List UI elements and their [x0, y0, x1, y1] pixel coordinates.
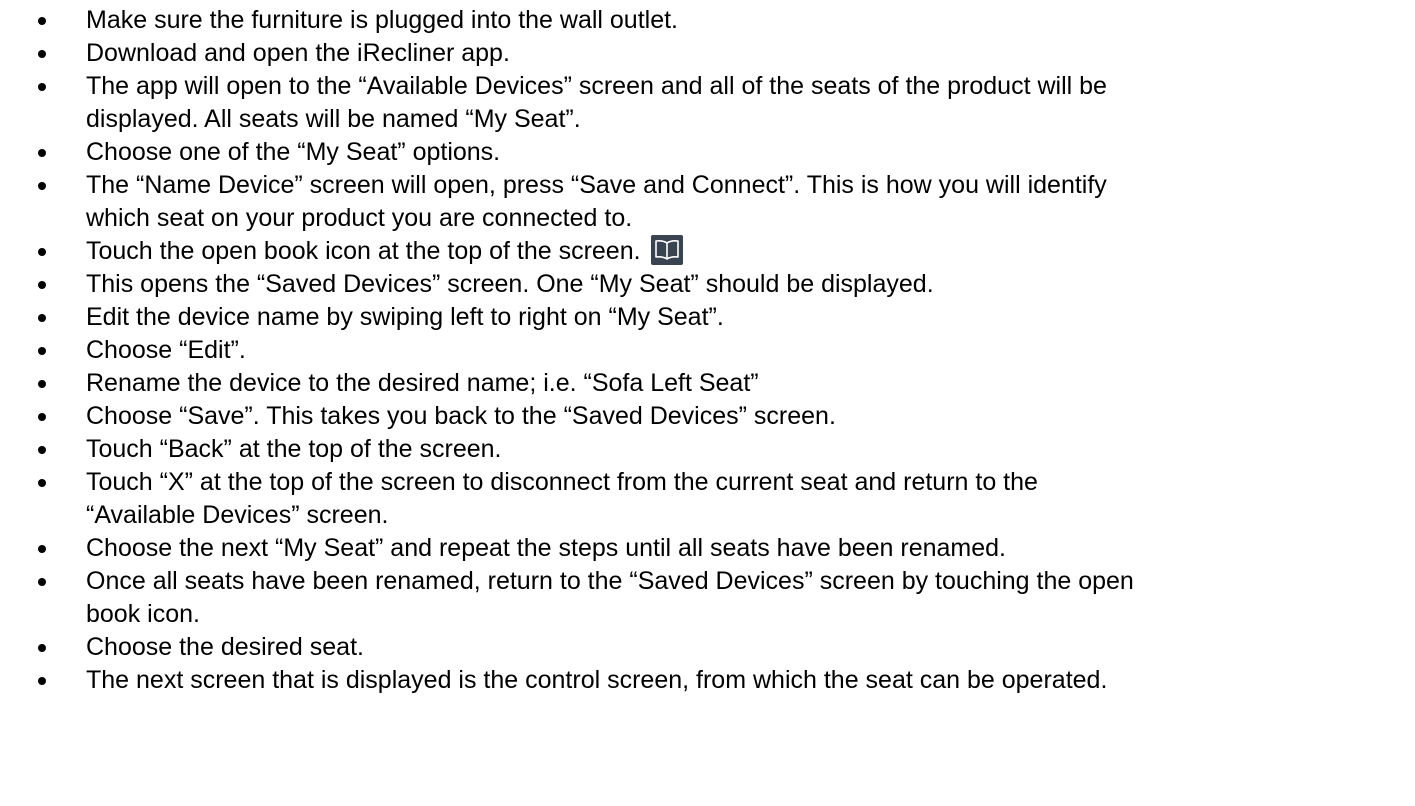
list-item: Edit the device name by swiping left to …: [0, 301, 1415, 334]
bullet: [38, 578, 46, 586]
list-item: Download and open the iRecliner app.: [0, 37, 1415, 70]
step-text: Choose “Edit”.: [86, 336, 246, 364]
list-item: Touch “X” at the top of the screen to di…: [0, 466, 1415, 532]
instruction-list: Make sure the furniture is plugged into …: [0, 4, 1415, 697]
list-item: The next screen that is displayed is the…: [0, 664, 1415, 697]
step-text-continued: which seat on your product you are conne…: [86, 204, 633, 232]
bullet: [38, 248, 46, 256]
list-item: Choose “Edit”.: [0, 334, 1415, 367]
list-item: Rename the device to the desired name; i…: [0, 367, 1415, 400]
step-text: Rename the device to the desired name; i…: [86, 369, 759, 397]
list-item: This opens the “Saved Devices” screen. O…: [0, 268, 1415, 301]
step-text: Touch “X” at the top of the screen to di…: [86, 468, 1038, 496]
step-text: The “Name Device” screen will open, pres…: [86, 171, 1107, 199]
bullet: [38, 677, 46, 685]
list-item: Choose the desired seat.: [0, 631, 1415, 664]
list-item: Choose one of the “My Seat” options.: [0, 136, 1415, 169]
bullet: [38, 380, 46, 388]
bullet: [38, 182, 46, 190]
bullet: [38, 644, 46, 652]
step-text: Choose the desired seat.: [86, 633, 364, 661]
bullet: [38, 479, 46, 487]
bullet: [38, 149, 46, 157]
step-text: The app will open to the “Available Devi…: [86, 72, 1107, 100]
step-text: Choose the next “My Seat” and repeat the…: [86, 534, 1006, 562]
list-item: Once all seats have been renamed, return…: [0, 565, 1415, 631]
bullet: [38, 545, 46, 553]
list-item: Choose the next “My Seat” and repeat the…: [0, 532, 1415, 565]
step-text: Make sure the furniture is plugged into …: [86, 6, 679, 34]
bullet: [38, 413, 46, 421]
step-text: Choose “Save”. This takes you back to th…: [86, 402, 836, 430]
bullet: [38, 347, 46, 355]
step-text: Edit the device name by swiping left to …: [86, 303, 724, 331]
bullet: [38, 17, 46, 25]
step-text: Once all seats have been renamed, return…: [86, 567, 1134, 595]
open-book-icon: [650, 235, 683, 265]
list-item: Touch the open book icon at the top of t…: [0, 235, 1415, 268]
instruction-document: Make sure the furniture is plugged into …: [0, 0, 1415, 806]
step-text: Touch the open book icon at the top of t…: [86, 237, 641, 265]
step-text-continued: “Available Devices” screen.: [86, 501, 389, 529]
bullet: [38, 281, 46, 289]
list-item: The “Name Device” screen will open, pres…: [0, 169, 1415, 235]
step-text-with-icon: Touch the open book icon at the top of t…: [86, 235, 1407, 268]
list-item: Touch “Back” at the top of the screen.: [0, 433, 1415, 466]
list-item: Make sure the furniture is plugged into …: [0, 4, 1415, 37]
step-text-continued: book icon.: [86, 600, 200, 628]
step-text: The next screen that is displayed is the…: [86, 666, 1108, 694]
step-text: Download and open the iRecliner app.: [86, 39, 510, 67]
bullet: [38, 314, 46, 322]
bullet: [38, 50, 46, 58]
bullet: [38, 446, 46, 454]
open-book-icon-glyph: [654, 240, 679, 260]
list-item: The app will open to the “Available Devi…: [0, 70, 1415, 136]
step-text: Choose one of the “My Seat” options.: [86, 138, 501, 166]
step-text-continued: displayed. All seats will be named “My S…: [86, 105, 581, 133]
step-text: This opens the “Saved Devices” screen. O…: [86, 270, 934, 298]
step-text: Touch “Back” at the top of the screen.: [86, 435, 502, 463]
list-item: Choose “Save”. This takes you back to th…: [0, 400, 1415, 433]
bullet: [38, 83, 46, 91]
